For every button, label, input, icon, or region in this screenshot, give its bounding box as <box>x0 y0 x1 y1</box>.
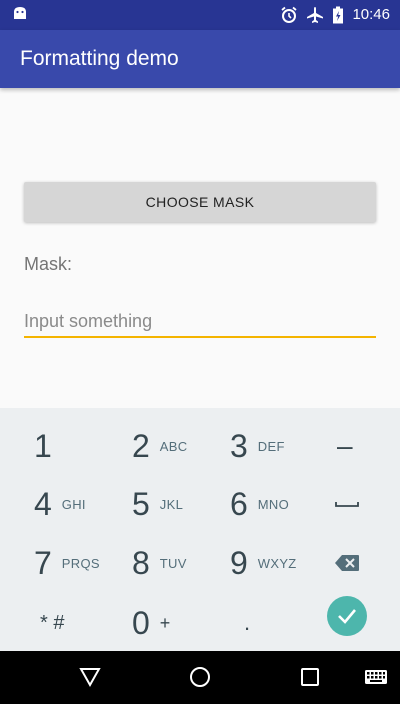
key-backspace[interactable] <box>334 534 360 592</box>
android-icon <box>14 7 26 19</box>
home-icon <box>190 667 210 687</box>
main-content: CHOOSE MASK Mask: <box>0 88 400 408</box>
numeric-keyboard: 1 2 ABC 3 DEF – 4 GHI 5 JKL 6 MNO 7 PRQS… <box>0 408 400 651</box>
recents-icon <box>301 668 319 686</box>
key-5[interactable]: 5 JKL <box>132 475 183 533</box>
home-button[interactable] <box>188 665 212 689</box>
key-space[interactable] <box>334 475 360 533</box>
key-sub-label: MNO <box>257 496 290 512</box>
key-main-label: – <box>337 430 353 461</box>
key-main-label: 0 <box>132 604 150 641</box>
key-main-label: 2 <box>132 427 150 464</box>
key-main-label: 7 <box>34 544 52 581</box>
key-main-label: 3 <box>230 427 248 464</box>
choose-mask-button[interactable]: CHOOSE MASK <box>24 182 376 222</box>
app-bar: Formatting demo <box>0 30 400 88</box>
input-field[interactable] <box>24 306 376 338</box>
key-4[interactable]: 4 GHI <box>34 475 86 533</box>
status-bar: 10:46 <box>0 0 400 30</box>
key-main-label: 4 <box>34 485 52 522</box>
key-6[interactable]: 6 MNO <box>230 475 289 533</box>
navigation-bar <box>0 651 400 704</box>
key-main-label: 8 <box>132 544 150 581</box>
status-icons: 10:46 <box>280 5 390 25</box>
keyboard-icon <box>365 670 387 684</box>
battery-icon <box>333 6 344 24</box>
back-button[interactable] <box>78 665 102 689</box>
key-9[interactable]: 9 WXYZ <box>230 534 297 592</box>
key-sub-label: WXYZ <box>257 555 297 571</box>
mask-label: Mask: <box>24 254 73 274</box>
key-main-label: 5 <box>132 485 150 522</box>
key-minus[interactable]: – <box>337 417 353 475</box>
key-main-label: 9 <box>230 544 248 581</box>
space-icon <box>335 502 359 507</box>
check-icon <box>338 609 356 624</box>
alarm-icon <box>281 6 298 23</box>
key-8[interactable]: 8 TUV <box>132 534 187 592</box>
key-sub-label: DEF <box>257 438 285 454</box>
key-period[interactable]: . <box>244 594 250 652</box>
key-sub-label: + <box>159 612 171 633</box>
key-main-label: . <box>244 610 251 635</box>
backspace-icon <box>335 555 359 571</box>
app-title: Formatting demo <box>20 47 179 70</box>
key-7[interactable]: 7 PRQS <box>34 534 100 592</box>
key-main-label: 6 <box>230 485 248 522</box>
key-sub-label: TUV <box>159 555 187 571</box>
recents-button[interactable] <box>298 665 322 689</box>
key-star-hash[interactable]: * # <box>40 594 64 652</box>
key-main-label: * # <box>40 611 65 634</box>
key-1[interactable]: 1 <box>34 417 52 475</box>
key-sub-label: PRQS <box>61 555 100 571</box>
key-sub-label: JKL <box>159 496 184 512</box>
key-main-label: 1 <box>34 427 52 464</box>
key-sub-label: GHI <box>61 496 86 512</box>
key-sub-label: ABC <box>159 438 188 454</box>
airplane-icon <box>307 7 324 23</box>
back-icon <box>79 668 101 688</box>
status-time: 10:46 <box>352 6 390 23</box>
done-key[interactable] <box>327 596 367 636</box>
keyboard-switch-button[interactable] <box>364 665 388 689</box>
key-2[interactable]: 2 ABC <box>132 417 187 475</box>
key-0[interactable]: 0 + <box>132 594 171 652</box>
key-3[interactable]: 3 DEF <box>230 417 285 475</box>
